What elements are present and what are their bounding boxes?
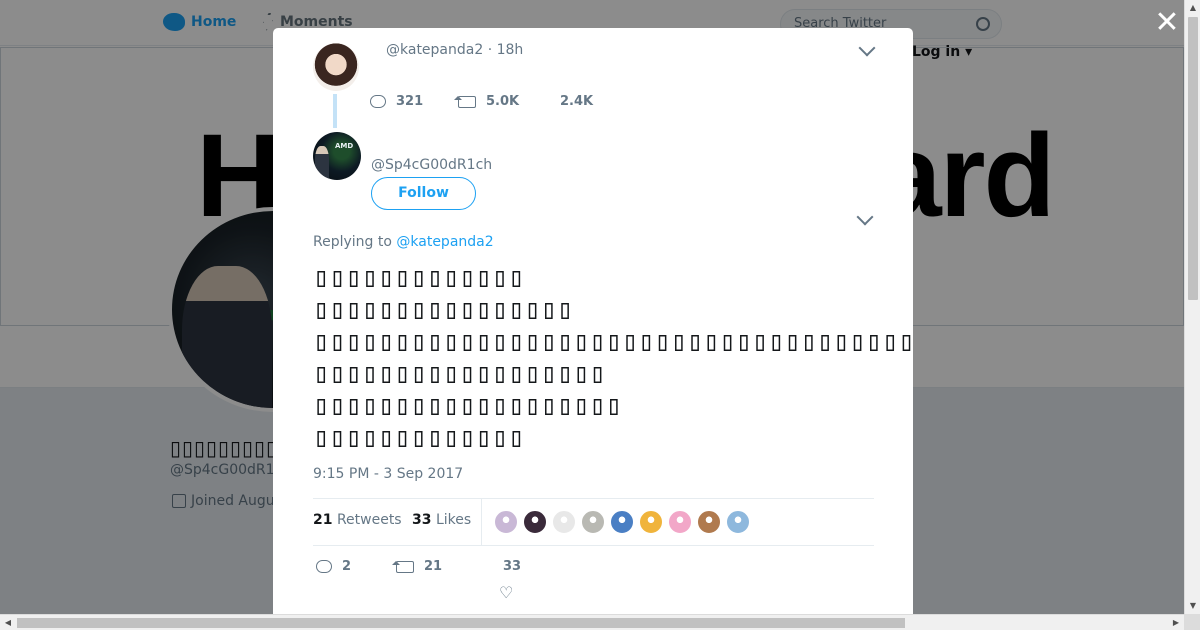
vertical-scrollbar[interactable]: ▲ ▼ xyxy=(1184,0,1200,614)
chevron-down-icon[interactable] xyxy=(856,208,874,226)
author-avatar-person xyxy=(315,146,329,180)
tweet-text-line: ▯▯▯▯▯▯▯▯▯▯▯▯▯ xyxy=(313,422,525,453)
tweet-text-line: ▯▯▯▯▯▯▯▯▯▯▯▯▯▯▯▯▯▯▯ xyxy=(313,390,622,421)
author-handle[interactable]: @Sp4cG00dR1ch xyxy=(371,157,492,173)
liker-avatars xyxy=(494,510,750,534)
liker-avatar[interactable] xyxy=(552,510,576,534)
vertical-scroll-thumb[interactable] xyxy=(1188,17,1198,300)
retweets-count: 21 xyxy=(313,512,333,528)
follow-button[interactable]: Follow xyxy=(371,177,476,210)
tweet-text-line: ▯▯▯▯▯▯▯▯▯▯▯▯▯▯▯▯▯▯ xyxy=(313,358,606,389)
replying-prefix: Replying to xyxy=(313,234,397,250)
scroll-down-icon[interactable]: ▼ xyxy=(1185,598,1200,614)
stats-divider xyxy=(481,499,482,545)
tweet-stats: 21 Retweets 33 Likes xyxy=(313,498,874,546)
parent-tweet-actions: 321 5.0K 2.4K xyxy=(370,94,593,109)
retweet-icon xyxy=(454,95,476,108)
retweets-label: Retweets xyxy=(336,512,402,528)
liker-avatar[interactable] xyxy=(668,510,692,534)
reply-icon xyxy=(316,560,332,573)
tweet-text-line: ▯▯▯▯▯▯▯▯▯▯▯▯▯▯▯▯▯▯▯▯▯▯▯▯▯▯▯▯▯▯▯▯▯▯▯▯▯ xyxy=(313,326,913,357)
horizontal-scrollbar[interactable]: ◀ ▶ xyxy=(0,614,1184,630)
horizontal-scroll-thumb[interactable] xyxy=(17,618,905,628)
parent-reply-count: 321 xyxy=(396,94,424,109)
like-count: 33 xyxy=(503,559,522,574)
parent-like-button[interactable]: 2.4K xyxy=(558,94,593,109)
retweet-icon xyxy=(392,560,414,573)
liker-avatar[interactable] xyxy=(610,510,634,534)
close-icon[interactable]: ✕ xyxy=(1153,8,1181,38)
parent-tweet-handle-time[interactable]: @katepanda2 · 18h xyxy=(386,42,523,58)
like-button[interactable]: 33 xyxy=(503,559,521,574)
author-avatar[interactable]: AMD xyxy=(313,132,361,180)
scroll-up-icon[interactable]: ▲ xyxy=(1185,0,1200,16)
parent-retweet-button[interactable]: 5.0K xyxy=(454,94,558,109)
parent-retweet-count: 5.0K xyxy=(486,94,520,109)
reply-count: 2 xyxy=(342,559,352,574)
replying-to-link[interactable]: @katepanda2 xyxy=(396,234,493,250)
heart-icon[interactable]: ♡ xyxy=(499,583,513,602)
retweets-stat[interactable]: 21 Retweets xyxy=(313,512,402,528)
scroll-left-icon[interactable]: ◀ xyxy=(0,615,16,630)
tweet-text: ▯▯▯▯▯▯▯▯▯▯▯▯▯ ▯▯▯▯▯▯▯▯▯▯▯▯▯▯▯▯ ▯▯▯▯▯▯▯▯▯▯▯… xyxy=(313,262,913,454)
parent-reply-button[interactable]: 321 xyxy=(370,94,458,109)
tweet-modal: @katepanda2 · 18h 321 5.0K 2.4K AMD @Sp4… xyxy=(273,28,913,614)
liker-avatar[interactable] xyxy=(581,510,605,534)
likes-label: Likes xyxy=(435,512,472,528)
author-avatar-logo-text: AMD xyxy=(335,142,354,150)
parent-like-count: 2.4K xyxy=(560,94,594,109)
retweet-count: 21 xyxy=(424,559,443,574)
reply-icon xyxy=(370,95,386,108)
tweet-text-line: ▯▯▯▯▯▯▯▯▯▯▯▯▯ xyxy=(313,262,525,293)
likes-stat[interactable]: 33 Likes xyxy=(412,512,471,528)
reply-button[interactable]: 2 xyxy=(316,559,351,574)
retweet-button[interactable]: 21 xyxy=(392,559,443,574)
thread-connector xyxy=(333,94,337,128)
liker-avatar[interactable] xyxy=(639,510,663,534)
tweet-timestamp[interactable]: 9:15 PM - 3 Sep 2017 xyxy=(313,466,463,482)
liker-avatar[interactable] xyxy=(523,510,547,534)
scroll-right-icon[interactable]: ▶ xyxy=(1168,615,1184,630)
parent-tweet-avatar[interactable] xyxy=(313,43,359,91)
liker-avatar[interactable] xyxy=(494,510,518,534)
liker-avatar[interactable] xyxy=(726,510,750,534)
liker-avatar[interactable] xyxy=(697,510,721,534)
replying-to: Replying to @katepanda2 xyxy=(313,234,494,250)
likes-count: 33 xyxy=(412,512,432,528)
tweet-text-line: ▯▯▯▯▯▯▯▯▯▯▯▯▯▯▯▯ xyxy=(313,294,574,325)
scrollbar-corner xyxy=(1184,614,1200,630)
chevron-down-icon[interactable] xyxy=(858,39,876,57)
